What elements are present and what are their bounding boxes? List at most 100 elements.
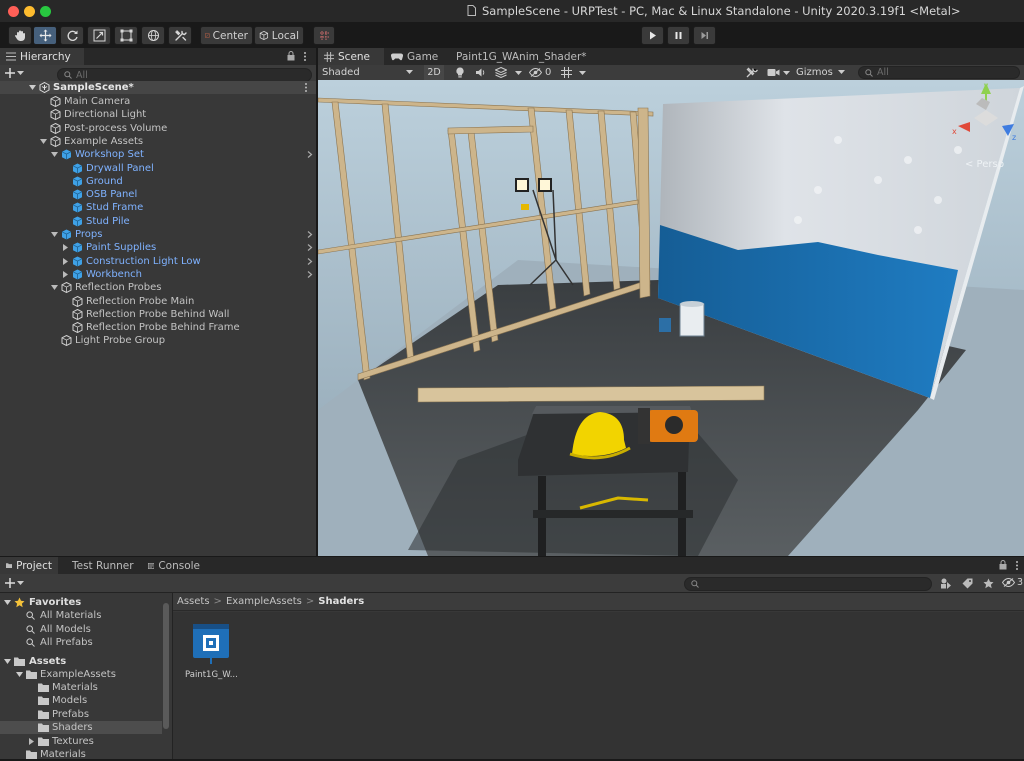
hierarchy-item[interactable]: Reflection Probe Behind Wall [0, 308, 316, 321]
tree-scrollbar[interactable] [163, 603, 169, 729]
hierarchy-item[interactable]: Light Probe Group [0, 334, 316, 347]
open-prefab-arrow-icon[interactable] [306, 231, 313, 238]
camera-icon[interactable] [767, 68, 780, 77]
hierarchy-item[interactable]: OSB Panel [0, 188, 316, 201]
expand-arrow-icon[interactable] [4, 599, 11, 606]
scene-visibility-toggle[interactable]: 0 [529, 65, 551, 80]
pivot-mode-button[interactable]: Center [200, 26, 253, 45]
favorites-item[interactable]: All Models [0, 623, 162, 636]
open-prefab-arrow-icon[interactable] [306, 270, 313, 278]
step-button[interactable] [693, 26, 716, 45]
projection-label[interactable]: < Persp [965, 159, 1004, 170]
expand-arrow-icon[interactable] [51, 151, 58, 158]
collapsed-arrow-icon[interactable] [28, 737, 35, 745]
open-prefab-arrow-icon[interactable] [306, 151, 313, 159]
hand-tool-button[interactable] [8, 26, 32, 45]
expand-arrow-icon[interactable] [51, 231, 58, 238]
close-window-button[interactable] [8, 6, 19, 17]
breadcrumb-assets[interactable]: Assets [177, 596, 210, 607]
tab-hierarchy[interactable]: Hierarchy [0, 48, 84, 65]
collapsed-arrow-icon[interactable] [62, 244, 69, 252]
tab-scene[interactable]: Scene [318, 48, 384, 65]
hierarchy-item[interactable]: Reflection Probes [0, 281, 316, 294]
lighting-toggle-icon[interactable] [455, 67, 465, 78]
hierarchy-item[interactable]: Reflection Probe Behind Frame [0, 321, 316, 334]
scene-root-row[interactable]: SampleScene* [0, 81, 316, 94]
transform-tool-button[interactable] [141, 26, 165, 45]
tab-console[interactable]: Console [142, 557, 206, 574]
hierarchy-item[interactable]: Construction Light Low [0, 255, 316, 268]
open-prefab-arrow-icon[interactable] [306, 257, 313, 265]
tab-test-runner[interactable]: Test Runner [66, 557, 138, 574]
tools-icon[interactable] [746, 67, 758, 78]
folder-item[interactable]: Textures [0, 735, 162, 748]
favorites-row[interactable]: Favorites [0, 596, 162, 609]
grid-toggle-icon[interactable] [561, 67, 572, 78]
favorites-star-icon[interactable] [983, 578, 994, 589]
open-prefab-arrow-icon[interactable] [306, 244, 313, 252]
expand-arrow-icon[interactable] [29, 84, 36, 91]
folder-item[interactable]: Models [0, 694, 162, 707]
favorites-item[interactable]: All Prefabs [0, 636, 162, 649]
favorites-item[interactable]: All Materials [0, 609, 162, 622]
create-button[interactable] [5, 68, 24, 78]
materials-root-row[interactable]: Materials [0, 748, 162, 761]
expand-arrow-icon[interactable] [16, 671, 23, 678]
tab-game[interactable]: Game [385, 48, 445, 65]
hierarchy-search-input[interactable]: All [57, 68, 312, 82]
rect-tool-button[interactable] [114, 26, 138, 45]
assets-row[interactable]: Assets [0, 655, 162, 668]
play-button[interactable] [641, 26, 664, 45]
expand-arrow-icon[interactable] [40, 138, 47, 145]
tab-menu-icon[interactable] [1015, 560, 1019, 571]
hidden-packages-toggle[interactable]: 3 [1002, 577, 1023, 588]
search-by-type-icon[interactable] [940, 578, 952, 589]
hierarchy-item[interactable]: Directional Light [0, 108, 316, 121]
custom-tool-button[interactable] [168, 26, 192, 45]
scene-menu-icon[interactable] [304, 82, 308, 93]
2d-toggle-button[interactable]: 2D [424, 65, 444, 80]
hierarchy-item[interactable]: Props [0, 228, 316, 241]
hierarchy-item[interactable]: Example Assets [0, 135, 316, 148]
search-by-label-icon[interactable] [962, 578, 973, 589]
scale-tool-button[interactable] [87, 26, 111, 45]
folder-item[interactable]: Shaders [0, 721, 162, 735]
scene-search-input[interactable]: All [858, 66, 1020, 79]
hierarchy-item[interactable]: Reflection Probe Main [0, 295, 316, 308]
hierarchy-item[interactable]: Ground [0, 175, 316, 188]
asset-tile[interactable]: Paint1G_W... [185, 622, 238, 682]
chevron-down-icon[interactable] [783, 71, 790, 76]
lock-icon[interactable] [287, 51, 295, 61]
hierarchy-item[interactable]: Workbench [0, 268, 316, 281]
folder-item[interactable]: Materials [0, 681, 162, 694]
audio-toggle-icon[interactable] [475, 67, 486, 78]
expand-arrow-icon[interactable] [4, 658, 11, 665]
pivot-rotation-button[interactable]: Local [254, 26, 304, 45]
tab-project[interactable]: Project [0, 557, 58, 574]
effects-toggle-icon[interactable] [495, 67, 507, 78]
hierarchy-item[interactable]: Workshop Set [0, 148, 316, 161]
collapsed-arrow-icon[interactable] [62, 257, 69, 265]
hierarchy-item[interactable]: Stud Frame [0, 201, 316, 214]
scene-viewport[interactable]: y x z < Persp [318, 80, 1024, 556]
folder-item[interactable]: Prefabs [0, 708, 162, 721]
breadcrumb-shaders[interactable]: Shaders [318, 596, 364, 607]
breadcrumb-example-assets[interactable]: ExampleAssets [226, 596, 302, 607]
zoom-window-button[interactable] [40, 6, 51, 17]
lock-icon[interactable] [999, 560, 1007, 570]
draw-mode-dropdown[interactable]: Shaded [318, 65, 418, 80]
chevron-down-icon[interactable] [579, 71, 586, 76]
minimize-window-button[interactable] [24, 6, 35, 17]
chevron-down-icon[interactable] [515, 71, 522, 76]
gizmos-dropdown[interactable]: Gizmos [796, 65, 848, 80]
grid-snap-button[interactable] [313, 26, 335, 45]
expand-arrow-icon[interactable] [51, 284, 58, 291]
project-create-button[interactable] [5, 578, 24, 588]
hierarchy-item[interactable]: Main Camera [0, 95, 316, 108]
example-assets-row[interactable]: ExampleAssets [0, 668, 162, 681]
tab-shader-graph[interactable]: Paint1G_WAnim_Shader* [446, 48, 592, 65]
project-search-input[interactable] [684, 577, 932, 591]
hierarchy-item[interactable]: Stud Pile [0, 215, 316, 228]
collapsed-arrow-icon[interactable] [62, 270, 69, 278]
hierarchy-item[interactable]: Paint Supplies [0, 241, 316, 254]
